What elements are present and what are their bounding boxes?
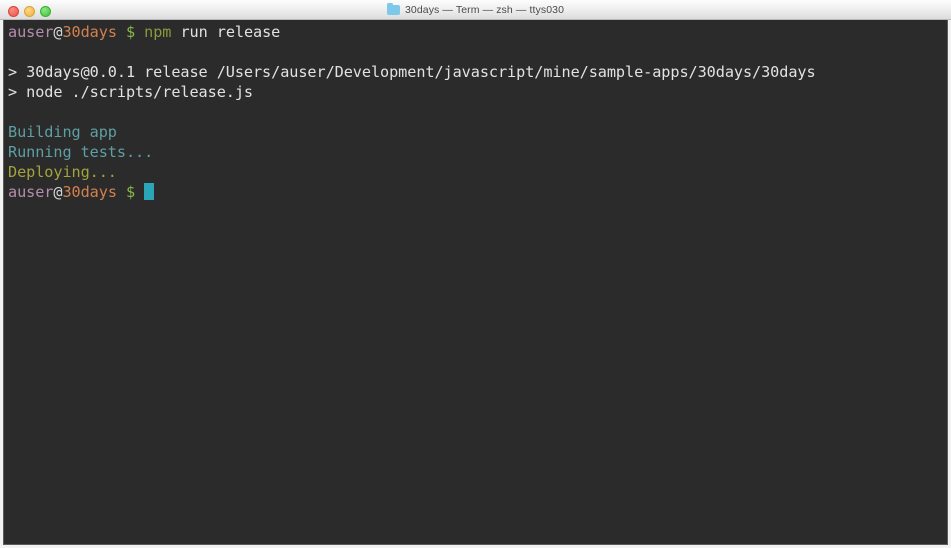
text-segment xyxy=(135,23,144,41)
prompt-line-2: auser@30days $ xyxy=(8,182,947,202)
maximize-button[interactable] xyxy=(40,6,51,17)
screenshot-root: 30days — Term — zsh — ttys030 auser@30da… xyxy=(0,0,951,548)
text-segment: run release xyxy=(171,23,281,41)
output-building: Building app xyxy=(8,122,947,142)
npm-script-line: > node ./scripts/release.js xyxy=(8,82,947,102)
text-cursor xyxy=(144,183,155,200)
text-segment: auser xyxy=(8,23,54,41)
text-segment: > 30days@0.0.1 release /Users/auser/Deve… xyxy=(8,63,816,81)
output-deploying: Deploying... xyxy=(8,162,947,182)
text-segment: auser xyxy=(8,183,54,201)
text-segment xyxy=(135,183,144,201)
npm-header-line: > 30days@0.0.1 release /Users/auser/Deve… xyxy=(8,62,947,82)
blank-2 xyxy=(8,102,947,122)
folder-icon xyxy=(386,3,400,15)
close-button[interactable] xyxy=(8,6,19,17)
window-titlebar[interactable]: 30days — Term — zsh — ttys030 xyxy=(0,0,951,20)
blank-1 xyxy=(8,42,947,62)
text-segment: $ xyxy=(125,23,136,41)
text-segment: Running tests... xyxy=(8,143,154,161)
terminal-window: 30days — Term — zsh — ttys030 auser@30da… xyxy=(0,0,951,548)
window-title: 30days — Term — zsh — ttys030 xyxy=(404,4,565,16)
text-segment xyxy=(117,183,126,201)
text-segment: Building app xyxy=(8,123,117,141)
window-title-group: 30days — Term — zsh — ttys030 xyxy=(0,0,951,20)
output-running-tests: Running tests... xyxy=(8,142,947,162)
prompt-line-1: auser@30days $ npm run release xyxy=(8,22,947,42)
text-segment: npm xyxy=(144,23,172,41)
terminal-screen[interactable]: auser@30days $ npm run release > 30days@0… xyxy=(4,20,947,544)
text-segment: 30days xyxy=(62,23,117,41)
text-segment: > node ./scripts/release.js xyxy=(8,83,253,101)
text-segment: 30days xyxy=(62,183,117,201)
terminal-body[interactable]: auser@30days $ npm run release > 30days@0… xyxy=(3,20,948,545)
minimize-button[interactable] xyxy=(24,6,35,17)
text-segment: Deploying... xyxy=(8,163,117,181)
text-segment: $ xyxy=(125,183,136,201)
text-segment xyxy=(117,23,126,41)
